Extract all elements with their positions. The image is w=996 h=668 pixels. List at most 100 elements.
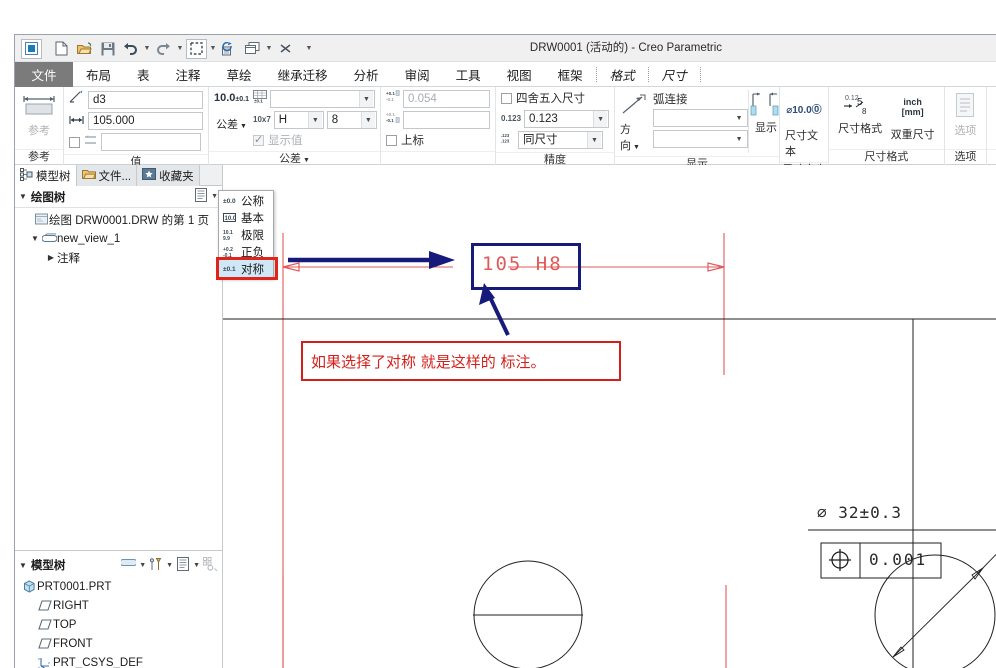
- tab-file[interactable]: 文件: [15, 62, 73, 87]
- filter-chevron-down-icon[interactable]: ▼: [139, 562, 146, 569]
- tolerance-menu-item-nominal[interactable]: ±0.0 公称: [219, 192, 273, 209]
- tolerance-mode-button[interactable]: 10.0±0.1 公差 ▼: [214, 90, 249, 148]
- dual-dimension-button[interactable]: inch [mm] 双重尺寸: [886, 90, 939, 146]
- tools-icon[interactable]: [149, 557, 163, 574]
- symmetric-icon: ±0.1: [222, 262, 237, 275]
- drawing-canvas[interactable]: 105 H8 如果选择了对称 就是这样的 标注。 ⌀ 32±0.3 0.001 …: [223, 165, 996, 668]
- tree-row-label: TOP: [53, 618, 77, 631]
- dimension-value-input[interactable]: 105.000: [88, 112, 203, 130]
- tab-annotate[interactable]: 注释: [163, 62, 214, 87]
- chevron-down-icon[interactable]: ▼: [587, 132, 601, 148]
- tolerance-menu-item-symmetric[interactable]: ±0.1 对称: [216, 257, 278, 280]
- ribbon-group-precision: 四舍五入尺寸 0.123 0.123 ▼ .123.123 同尺寸 ▼ 精度: [496, 87, 616, 166]
- chevron-down-icon[interactable]: ▼: [19, 192, 27, 201]
- star-icon: [142, 168, 157, 183]
- dimension-text[interactable]: 105 H8: [482, 253, 563, 275]
- tolerance-mode-menu[interactable]: ±0.0 公称 10.0 基本 10.1 9.9 极限 +0.2 -0.1 正负…: [216, 190, 278, 280]
- tree-row-plane-right[interactable]: RIGHT: [15, 596, 222, 615]
- tab-view[interactable]: 视图: [494, 62, 545, 87]
- tab-tools[interactable]: 工具: [443, 62, 494, 87]
- chevron-down-icon[interactable]: ▼: [29, 234, 41, 243]
- tolerance-menu-item-basic[interactable]: 10.0 基本: [219, 209, 273, 226]
- tab-layout[interactable]: 布局: [73, 62, 124, 87]
- tolerance-table-select[interactable]: ▼: [270, 90, 375, 108]
- fit-grade-select[interactable]: 8 ▼: [326, 111, 377, 129]
- chevron-down-icon[interactable]: ▼: [359, 91, 373, 107]
- dimension-text-button[interactable]: ⌀10.0⓪ 尺寸文本: [785, 90, 823, 159]
- value-override-checkbox[interactable]: [69, 136, 80, 148]
- dimension-name-input[interactable]: d3: [88, 90, 203, 109]
- tree-row-label: PRT_CSYS_DEF: [53, 656, 143, 668]
- svg-text:+0.1: +0.1: [386, 112, 395, 117]
- chevron-down-icon[interactable]: ▼: [307, 112, 322, 128]
- filter-icon[interactable]: [119, 557, 138, 573]
- reference-button[interactable]: 参考: [20, 90, 58, 146]
- columns-chevron-down-icon[interactable]: ▼: [193, 562, 200, 569]
- tab-dimension[interactable]: 尺寸: [649, 62, 700, 87]
- upper-tolerance-input[interactable]: 0.054: [403, 90, 490, 108]
- tree-row-view[interactable]: ▼ new_view_1: [15, 229, 222, 248]
- chevron-down-icon[interactable]: ▼: [19, 561, 27, 570]
- tolerance-menu-item-label: 极限: [241, 229, 264, 242]
- dimension-format-button[interactable]: 0.12 5 8 尺寸格式: [834, 90, 887, 146]
- tree-settings-chevron-down-icon[interactable]: ▼: [211, 193, 218, 200]
- show-value-checkbox-box[interactable]: [253, 133, 264, 146]
- tree-row-part[interactable]: PRT0001.PRT: [15, 577, 222, 596]
- value-override-input[interactable]: [101, 133, 201, 151]
- nav-tab-model-tree[interactable]: 模型树: [15, 165, 77, 186]
- basic-icon: 10.0: [222, 211, 237, 224]
- tab-table[interactable]: 表: [124, 62, 163, 87]
- round-dimension-checkbox[interactable]: 四舍五入尺寸: [501, 90, 609, 106]
- diameter-dimension-text[interactable]: ⌀ 32±0.3: [817, 503, 902, 522]
- model-tree-header[interactable]: ▼ 模型树 ▼ ▼ ▼: [15, 554, 222, 576]
- drawing-tree-header[interactable]: ▼ 绘图树 ▼: [15, 186, 222, 208]
- gdt-tolerance-value[interactable]: 0.001: [869, 550, 927, 569]
- dimension-precision-select[interactable]: 0.123 ▼: [524, 110, 610, 128]
- options-button[interactable]: 选项: [950, 90, 981, 146]
- tab-analysis[interactable]: 分析: [341, 62, 392, 87]
- show-button-label: 显示: [755, 122, 778, 134]
- arc-connect-select-1[interactable]: ▼: [653, 109, 749, 127]
- annotation-box[interactable]: 如果选择了对称 就是这样的 标注。: [301, 341, 621, 381]
- navigator-splitter[interactable]: [15, 550, 222, 551]
- tree-row-drawing-sheet[interactable]: ▸ 绘图 DRW0001.DRW 的第 1 页: [15, 210, 222, 229]
- tree-columns-icon[interactable]: [176, 556, 190, 574]
- arc-connect-select-2[interactable]: ▼: [653, 130, 749, 148]
- show-value-checkbox[interactable]: 显示值: [253, 132, 377, 148]
- tolerance-menu-item-plusminus[interactable]: +0.2 -0.1 正负: [219, 243, 273, 260]
- tree-row-plane-top[interactable]: TOP: [15, 615, 222, 634]
- dim-precision-icon: 0.123: [501, 114, 522, 123]
- chevron-down-icon[interactable]: ▼: [593, 111, 608, 127]
- chevron-down-icon[interactable]: ▼: [732, 131, 746, 147]
- tree-filter-settings-icon[interactable]: [203, 556, 218, 574]
- show-dimension-icon: [750, 92, 779, 116]
- fit-letter-select[interactable]: H ▼: [273, 111, 324, 129]
- superscript-checkbox[interactable]: 上标: [386, 132, 490, 148]
- tab-frame[interactable]: 框架: [545, 62, 596, 87]
- superscript-checkbox-box[interactable]: [386, 134, 397, 146]
- tree-row-annotations[interactable]: ▶ 注释: [15, 248, 222, 267]
- chevron-right-icon[interactable]: ▶: [45, 253, 57, 262]
- ribbon-group-dim-format: 0.12 5 8 尺寸格式 inch [mm] 双重尺寸 尺寸格式: [828, 87, 945, 165]
- tree-settings-icon[interactable]: [194, 188, 208, 205]
- lower-tolerance-input[interactable]: [403, 111, 490, 129]
- round-dimension-checkbox-box[interactable]: [501, 92, 512, 104]
- tree-row-csys[interactable]: zxy PRT_CSYS_DEF: [15, 653, 222, 668]
- tab-format[interactable]: 格式: [597, 62, 648, 87]
- nav-tab-files[interactable]: 文件...: [76, 165, 138, 186]
- ribbon-tab-strip: 文件 布局 表 注释 草绘 继承迁移 分析 审阅 工具 视图 框架 格式 尺寸: [15, 62, 996, 87]
- tree-row-label: RIGHT: [53, 599, 89, 612]
- ribbon-group-reference: 参考 参考: [15, 87, 64, 165]
- tree-row-plane-front[interactable]: FRONT: [15, 634, 222, 653]
- nav-tab-favorites[interactable]: 收藏夹: [137, 165, 200, 186]
- chevron-down-icon[interactable]: ▼: [360, 112, 375, 128]
- tab-inherit-migration[interactable]: 继承迁移: [265, 62, 341, 87]
- tab-review[interactable]: 审阅: [392, 62, 443, 87]
- tolerance-precision-select[interactable]: 同尺寸 ▼: [518, 131, 603, 149]
- tools-chevron-down-icon[interactable]: ▼: [166, 562, 173, 569]
- tolerance-menu-item-limits[interactable]: 10.1 9.9 极限: [219, 226, 273, 243]
- show-button[interactable]: 显示: [748, 90, 783, 153]
- direction-button[interactable]: 方向 ▼: [620, 90, 648, 153]
- tab-sketch[interactable]: 草绘: [214, 62, 265, 87]
- chevron-down-icon[interactable]: ▼: [732, 110, 746, 126]
